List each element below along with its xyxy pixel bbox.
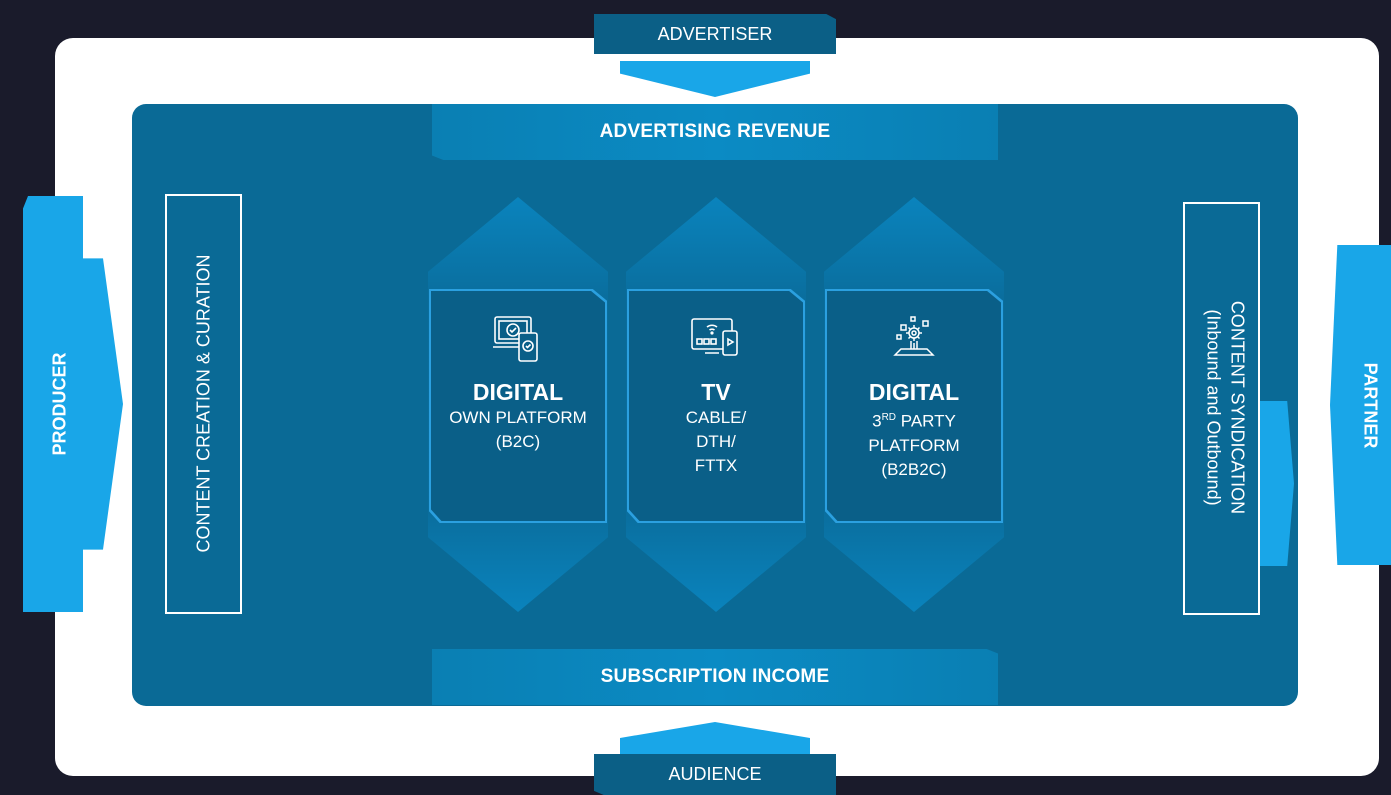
advertising-revenue-label: ADVERTISING REVENUE [599,121,831,142]
audience-label: AUDIENCE [668,764,762,784]
card-line: DTH/ [696,432,736,451]
card-tv: TV CABLE/ DTH/ FTTX [627,289,805,523]
card-digital-third-party: DIGITAL 3RD PARTY PLATFORM (B2B2C) [825,289,1003,523]
card-title: DIGITAL [472,379,564,405]
subscription-income-label: SUBSCRIPTION INCOME [600,666,830,687]
syndication-accent-bar [1260,401,1294,566]
tv-wifi-icon [691,318,738,356]
ordinal-rest: PARTY [896,411,956,431]
card-line: OWN PLATFORM [449,408,587,427]
advertising-revenue-band: ADVERTISING REVENUE [432,104,998,160]
ordinal-suffix: RD [881,412,897,423]
card-line: CABLE/ [685,408,747,427]
cloud-gears-icon [893,316,935,356]
card-line: (B2C) [495,432,541,451]
content-syndication-label: CONTENT SYNDICATION [1227,300,1248,515]
card-line: FTTX [694,456,738,475]
partner-label: PARTNER [1360,362,1381,449]
devices-check-icon [493,316,538,362]
card-line: PLATFORM [868,435,960,455]
ordinal-number: 3 [872,411,882,431]
subscription-income-band: SUBSCRIPTION INCOME [432,649,998,705]
content-creation-label: CONTENT CREATION & CURATION [193,254,214,553]
card-title: DIGITAL [868,379,960,405]
card-line: (B2B2C) [881,459,947,479]
card-digital-own: DIGITAL OWN PLATFORM (B2C) [429,289,607,523]
producer-label: PRODUCER [49,352,70,456]
advertiser-tab: ADVERTISER [594,14,836,57]
audience-tab: AUDIENCE [594,754,836,795]
content-syndication-sublabel: (Inbound and Outbound) [1203,309,1224,506]
card-title: TV [701,379,731,405]
card-line: 3RD PARTY [872,406,956,434]
inner-panel: ADVERTISING REVENUE SUBSCRIPTION INCOME … [132,104,1298,706]
advertiser-label: ADVERTISER [657,23,773,44]
